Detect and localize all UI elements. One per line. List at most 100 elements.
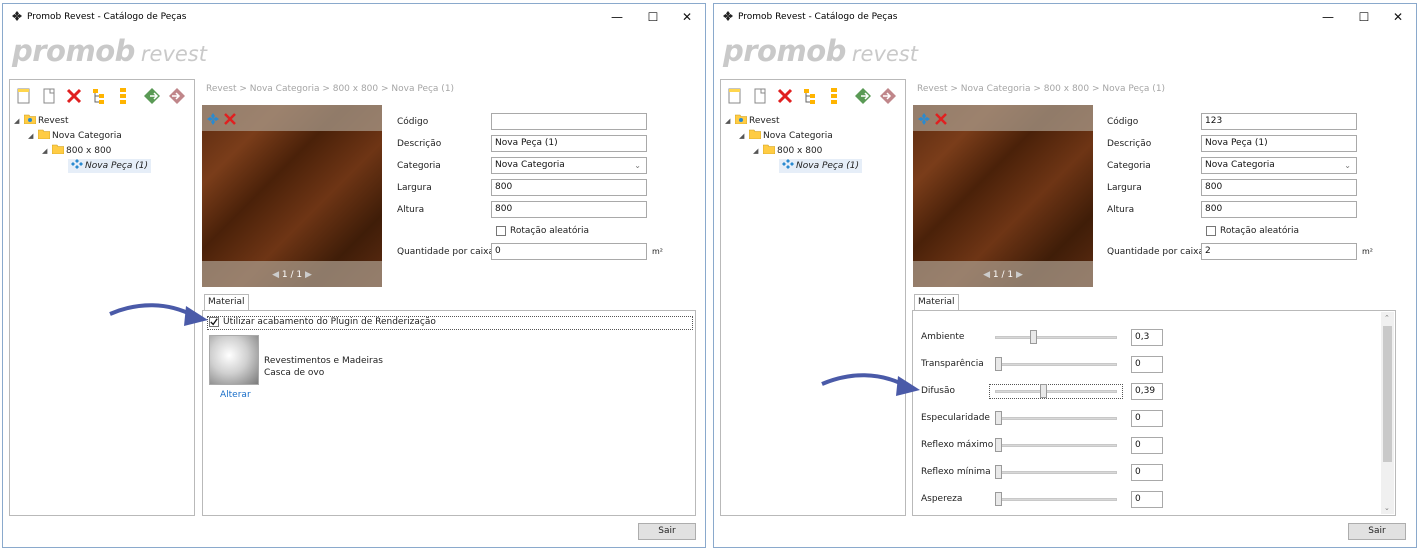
slider-track[interactable]: [995, 336, 1117, 339]
add-texture-icon[interactable]: [918, 113, 930, 125]
scroll-down-icon[interactable]: ⌄: [1384, 504, 1390, 512]
rotacao-label: Rotação aleatória: [1220, 226, 1300, 236]
remove-texture-icon[interactable]: [935, 113, 947, 125]
scroll-up-icon[interactable]: ⌃: [1384, 314, 1390, 322]
slider-thumb[interactable]: [995, 492, 1002, 506]
tree-expand-icon[interactable]: [91, 87, 109, 105]
tree-collapse-icon[interactable]: [826, 87, 844, 105]
tree-node-root[interactable]: ◢ Revest: [725, 114, 779, 128]
codigo-input[interactable]: 123: [1201, 113, 1357, 130]
slider-value-input[interactable]: 0,39: [1131, 383, 1163, 400]
categoria-select[interactable]: Nova Categoria ⌄: [491, 157, 647, 174]
slider-thumb[interactable]: [1030, 330, 1037, 344]
maximize-button[interactable]: ☐: [639, 7, 667, 27]
title-bar[interactable]: Promob Revest - Catálogo de Peças — ☐ ✕: [3, 4, 705, 30]
slider-thumb[interactable]: [1040, 384, 1047, 398]
minimize-button[interactable]: —: [1314, 7, 1342, 27]
rotacao-checkbox[interactable]: [1206, 226, 1216, 236]
close-button[interactable]: ✕: [1384, 7, 1412, 27]
qtd-input[interactable]: 2: [1201, 243, 1357, 260]
delete-icon[interactable]: [65, 87, 83, 105]
categoria-value: Nova Categoria: [1205, 160, 1275, 170]
largura-input[interactable]: 800: [1201, 179, 1357, 196]
pager-next-icon[interactable]: ▶: [1016, 270, 1023, 280]
tree-expand-icon[interactable]: [802, 87, 820, 105]
slider-thumb[interactable]: [995, 357, 1002, 371]
slider-value-input[interactable]: 0: [1131, 491, 1163, 508]
slider-track[interactable]: [995, 471, 1117, 474]
collapse-arrow-icon[interactable]: ◢: [28, 129, 38, 143]
collapse-arrow-icon[interactable]: ◢: [42, 144, 52, 158]
scrollbar-thumb[interactable]: [1383, 326, 1392, 462]
rotacao-checkbox[interactable]: [496, 226, 506, 236]
folder-icon: [763, 144, 775, 154]
chevron-down-icon[interactable]: ⌄: [1344, 158, 1351, 173]
slider-value-input[interactable]: 0,3: [1131, 329, 1163, 346]
tree-node-size[interactable]: ◢ 800 x 800: [42, 144, 111, 158]
collapse-arrow-icon[interactable]: ◢: [753, 144, 763, 158]
slider-value-input[interactable]: 0: [1131, 410, 1163, 427]
largura-input[interactable]: 800: [491, 179, 647, 196]
descricao-input[interactable]: Nova Peça (1): [491, 135, 647, 152]
slider-track[interactable]: [995, 444, 1117, 447]
promob-logo: promob revest: [12, 34, 207, 68]
slider-value-input[interactable]: 0: [1131, 437, 1163, 454]
panel-scrollbar[interactable]: ⌃ ⌄: [1381, 312, 1394, 514]
title-bar[interactable]: Promob Revest - Catálogo de Peças — ☐ ✕: [714, 4, 1416, 30]
slider-value-input[interactable]: 0: [1131, 464, 1163, 481]
minimize-button[interactable]: —: [603, 7, 631, 27]
exit-button[interactable]: Sair: [1348, 523, 1406, 540]
slider-track[interactable]: [995, 417, 1117, 420]
export-icon[interactable]: [168, 87, 186, 105]
slider-track[interactable]: [995, 498, 1117, 501]
pager-prev-icon[interactable]: ◀: [983, 270, 990, 280]
use-plugin-row[interactable]: Utilizar acabamento do Plugin de Renderi…: [207, 316, 693, 330]
import-icon[interactable]: [854, 87, 872, 105]
slider-value-input[interactable]: 0: [1131, 356, 1163, 373]
collapse-arrow-icon[interactable]: ◢: [739, 129, 749, 143]
material-line2: Casca de ovo: [264, 368, 325, 378]
slider-thumb[interactable]: [995, 438, 1002, 452]
tree-collapse-icon[interactable]: [115, 87, 133, 105]
pager-prev-icon[interactable]: ◀: [272, 270, 279, 280]
collapse-arrow-icon[interactable]: ◢: [725, 114, 735, 128]
add-texture-icon[interactable]: [207, 113, 219, 125]
codigo-input[interactable]: [491, 113, 647, 130]
new-icon[interactable]: [15, 87, 33, 105]
altura-input[interactable]: 800: [1201, 201, 1357, 218]
material-thumbnail[interactable]: [209, 335, 259, 385]
descricao-input[interactable]: Nova Peça (1): [1201, 135, 1357, 152]
tree-node-category[interactable]: ◢ Nova Categoria: [739, 129, 833, 143]
slider-thumb[interactable]: [995, 465, 1002, 479]
slider-track[interactable]: [989, 384, 1123, 399]
alterar-link[interactable]: Alterar: [220, 390, 251, 400]
rotacao-label: Rotação aleatória: [510, 226, 590, 236]
exit-button[interactable]: Sair: [638, 523, 696, 540]
pager-next-icon[interactable]: ▶: [305, 270, 312, 280]
import-icon[interactable]: [143, 87, 161, 105]
tree-node-root[interactable]: ◢ Revest: [14, 114, 68, 128]
export-icon[interactable]: [879, 87, 897, 105]
maximize-button[interactable]: ☐: [1350, 7, 1378, 27]
categoria-select[interactable]: Nova Categoria ⌄: [1201, 157, 1357, 174]
tree-node-size[interactable]: ◢ 800 x 800: [753, 144, 822, 158]
new-icon[interactable]: [726, 87, 744, 105]
tree-node-piece[interactable]: Nova Peça (1): [779, 159, 862, 173]
tree-node-category[interactable]: ◢ Nova Categoria: [28, 129, 122, 143]
tab-material[interactable]: Material: [914, 294, 959, 310]
copy-icon[interactable]: [751, 87, 769, 105]
slider-track[interactable]: [995, 363, 1117, 366]
codigo-label: Código: [1107, 117, 1139, 127]
close-button[interactable]: ✕: [673, 7, 701, 27]
copy-icon[interactable]: [40, 87, 58, 105]
qtd-input[interactable]: 0: [491, 243, 647, 260]
chevron-down-icon[interactable]: ⌄: [634, 158, 641, 173]
remove-texture-icon[interactable]: [224, 113, 236, 125]
altura-input[interactable]: 800: [491, 201, 647, 218]
catalog-window-1: Promob Revest - Catálogo de Peças — ☐ ✕ …: [2, 3, 706, 548]
tree-node-piece[interactable]: Nova Peça (1): [68, 159, 151, 173]
collapse-arrow-icon[interactable]: ◢: [14, 114, 24, 128]
delete-icon[interactable]: [776, 87, 794, 105]
slider-thumb[interactable]: [995, 411, 1002, 425]
qtd-label: Quantidade por caixa: [1107, 247, 1204, 257]
